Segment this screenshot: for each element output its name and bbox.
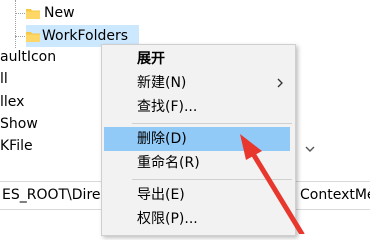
menu-item-label: 权限(P)... <box>137 211 198 227</box>
menu-item-label: 删除(D) <box>137 131 187 147</box>
tree-item-label: New <box>44 5 75 21</box>
tree-item-label: Show <box>0 116 38 132</box>
tree-item-label: llex <box>0 94 25 110</box>
menu-item-label: 重命名(R) <box>137 155 200 171</box>
tree-connector <box>15 0 16 48</box>
tree-item[interactable]: Show <box>0 113 38 135</box>
menu-item-label: 导出(E) <box>137 187 185 203</box>
menu-item-label: 新建(N) <box>137 75 187 91</box>
chevron-right-icon <box>277 78 283 88</box>
menu-item-rename[interactable]: 重命名(R) <box>102 151 295 175</box>
menu-item-label: 展开 <box>137 51 165 67</box>
status-path-right: ContextMe <box>300 187 370 203</box>
tree-item[interactable]: aultIcon <box>0 46 56 68</box>
tree-item[interactable]: KFile <box>0 135 33 157</box>
tree-item-label: aultIcon <box>0 49 57 65</box>
tree-item[interactable]: ll <box>0 68 8 90</box>
menu-item-label: 查找(F)... <box>137 99 198 115</box>
tree-item-label: ll <box>0 71 8 87</box>
menu-item-export[interactable]: 导出(E) <box>102 183 295 207</box>
chevron-down-icon[interactable] <box>304 143 316 155</box>
folder-icon <box>26 32 40 42</box>
tree-item-label: KFile <box>0 138 33 154</box>
context-menu: 展开 新建(N) 查找(F)... 删除(D) 重命名(R) 导出(E) 权限(… <box>101 44 296 236</box>
tree-item[interactable]: llex <box>0 91 24 113</box>
menu-item-delete[interactable]: 删除(D) <box>104 127 290 151</box>
menu-item-find[interactable]: 查找(F)... <box>102 95 295 119</box>
menu-item-expand[interactable]: 展开 <box>102 47 295 71</box>
menu-item-permissions[interactable]: 权限(P)... <box>102 207 295 231</box>
status-path-left: ES_ROOT\Dire <box>2 187 101 203</box>
menu-separator <box>132 123 292 124</box>
menu-separator <box>132 179 292 180</box>
menu-item-new[interactable]: 新建(N) <box>102 71 295 95</box>
folder-icon <box>26 9 40 19</box>
